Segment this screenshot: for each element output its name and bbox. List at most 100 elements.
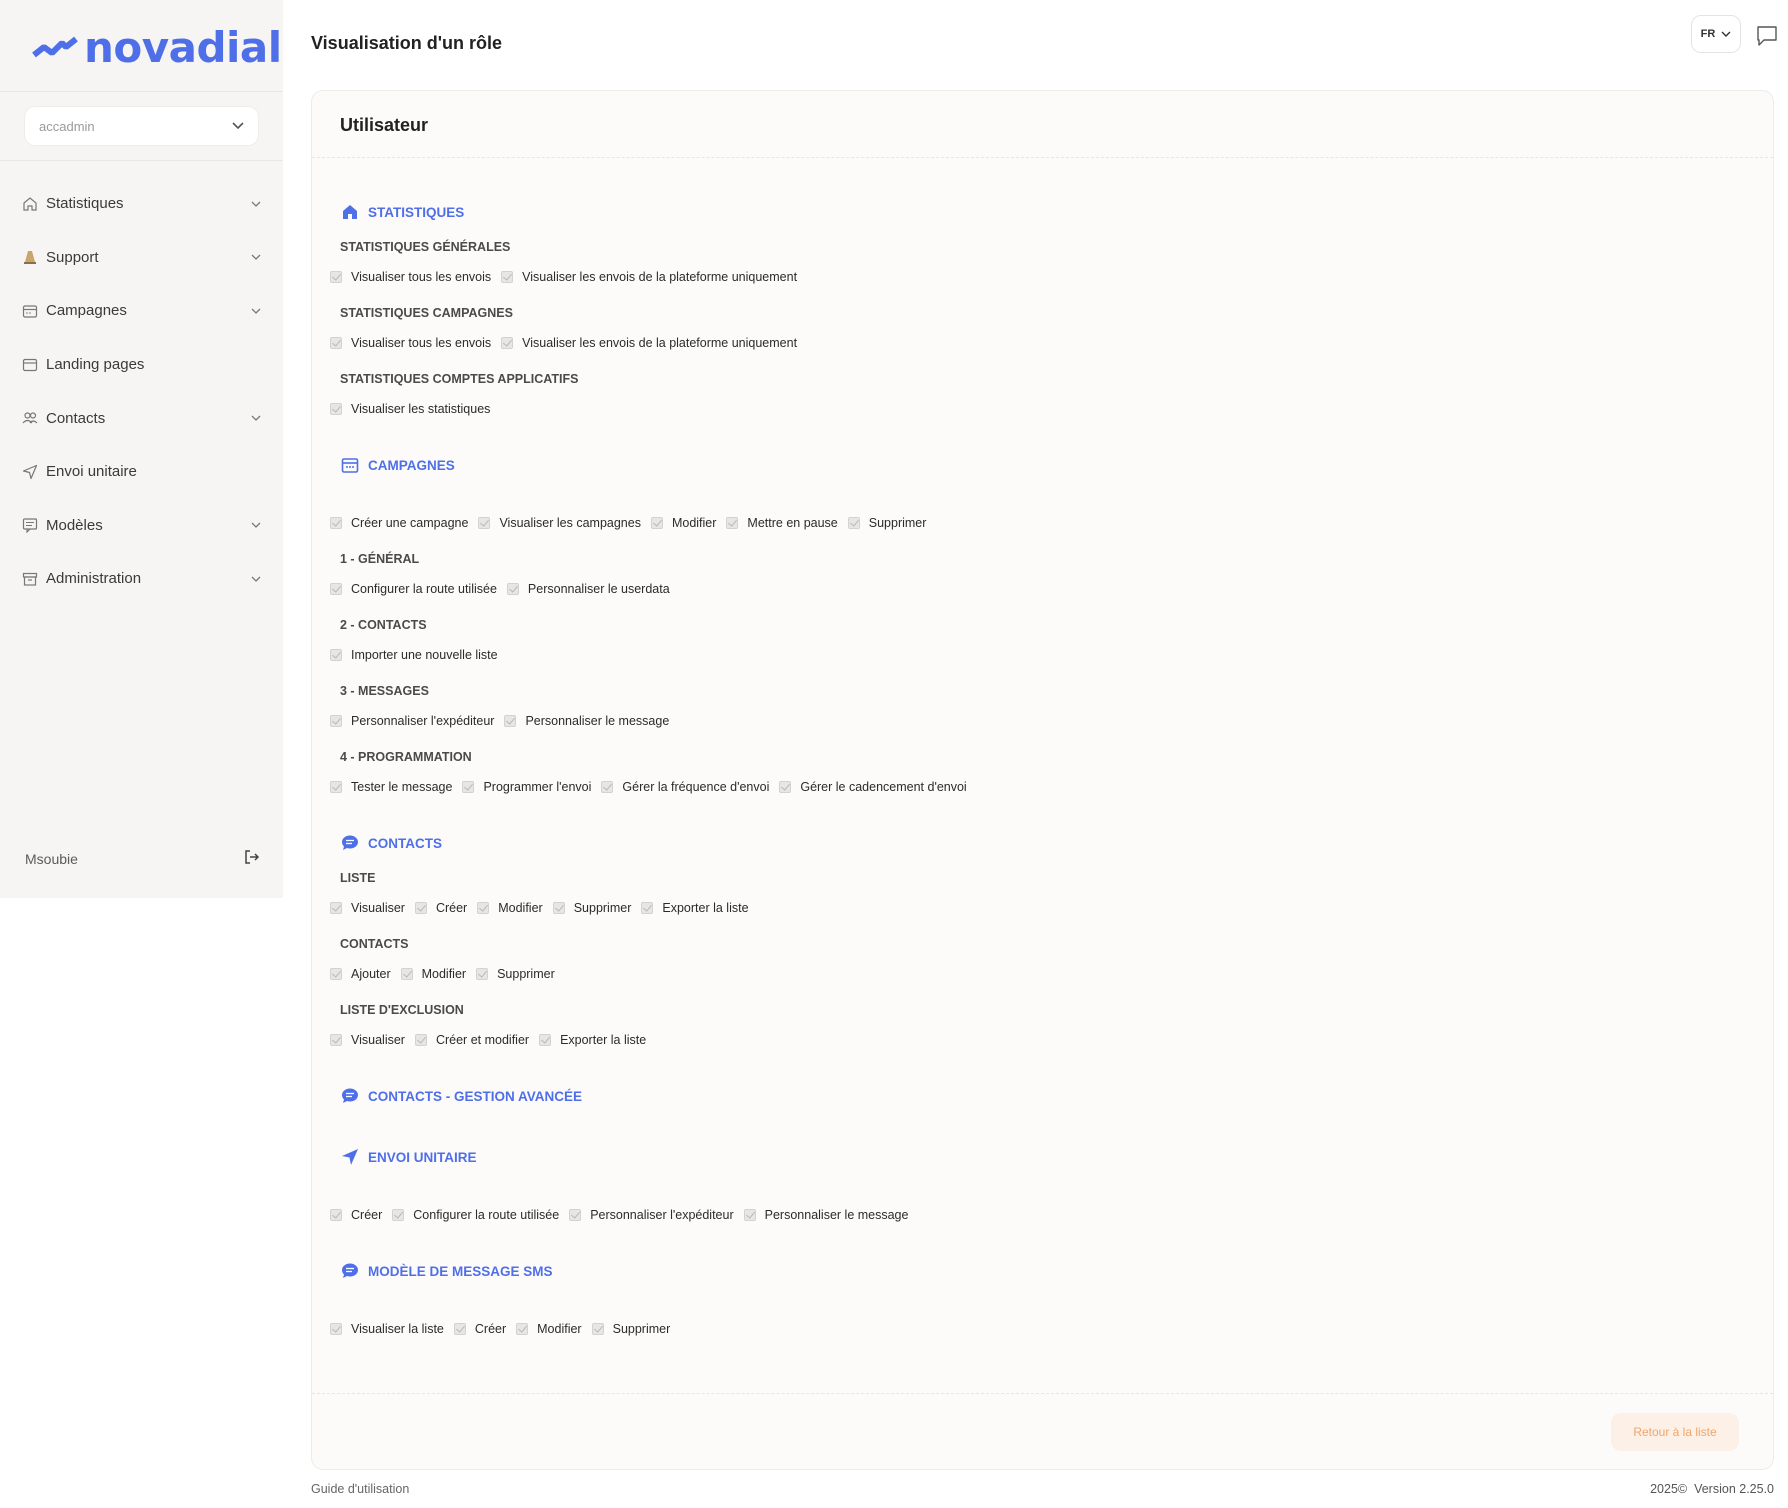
- checkbox[interactable]: [330, 403, 342, 415]
- checkbox[interactable]: [476, 968, 489, 980]
- permission-checkbox[interactable]: Créer: [414, 901, 467, 915]
- checkbox[interactable]: [414, 902, 427, 914]
- checkbox[interactable]: [506, 583, 519, 595]
- checkbox[interactable]: [641, 902, 654, 914]
- sidebar-item-administration[interactable]: Administration: [0, 552, 283, 606]
- sidebar-item-support[interactable]: Support: [0, 231, 283, 285]
- brand-logo[interactable]: novadial: [32, 22, 282, 72]
- checkbox[interactable]: [330, 715, 342, 727]
- checkbox[interactable]: [539, 1034, 552, 1046]
- permission-checkbox[interactable]: Supprimer: [552, 901, 631, 915]
- permission-checkbox[interactable]: Modifier: [650, 516, 716, 530]
- checkbox[interactable]: [591, 1323, 604, 1335]
- permission-checkbox[interactable]: Mettre en pause: [726, 516, 838, 530]
- permission-checkbox[interactable]: Personnaliser l'expéditeur: [330, 714, 494, 728]
- checkbox[interactable]: [330, 902, 342, 914]
- sidebar-item-envoi-unitaire[interactable]: Envoi unitaire: [0, 445, 283, 499]
- sidebar-item-modeles[interactable]: Modèles: [0, 499, 283, 553]
- checkbox[interactable]: [462, 781, 475, 793]
- permission-checkbox[interactable]: Supprimer: [591, 1322, 670, 1336]
- permission-checkbox[interactable]: Ajouter: [330, 967, 391, 981]
- language-select[interactable]: FR: [1691, 15, 1741, 53]
- sidebar-item-statistiques[interactable]: Statistiques: [0, 177, 283, 231]
- sidebar-item-landing-pages[interactable]: Landing pages: [0, 338, 283, 392]
- permission-row: Créer Configurer la route utilisée Perso…: [330, 1204, 1755, 1226]
- checkbox[interactable]: [501, 337, 514, 349]
- chat-icon[interactable]: [1755, 24, 1779, 48]
- permission-checkbox[interactable]: Supprimer: [476, 967, 555, 981]
- checkbox[interactable]: [330, 517, 342, 529]
- checkbox[interactable]: [414, 1034, 427, 1046]
- group-title: 4 - PROGRAMMATION: [340, 750, 472, 764]
- user-guide-link[interactable]: Guide d'utilisation: [311, 1482, 409, 1496]
- chevron-down-icon: [249, 518, 263, 532]
- permission-checkbox[interactable]: Créer: [453, 1322, 506, 1336]
- permission-checkbox[interactable]: Visualiser: [330, 901, 405, 915]
- permission-checkbox[interactable]: Visualiser tous les envois: [330, 336, 491, 350]
- permission-checkbox[interactable]: Créer une campagne: [330, 516, 468, 530]
- permission-checkbox[interactable]: Programmer l'envoi: [462, 780, 591, 794]
- checkbox[interactable]: [743, 1209, 756, 1221]
- logout-icon[interactable]: [244, 850, 260, 867]
- permission-checkbox[interactable]: Visualiser la liste: [330, 1322, 444, 1336]
- section-title: CAMPAGNES: [368, 457, 455, 473]
- permission-checkbox[interactable]: Visualiser tous les envois: [330, 270, 491, 284]
- checkbox[interactable]: [400, 968, 413, 980]
- permission-checkbox[interactable]: Visualiser les statistiques: [330, 402, 490, 416]
- back-to-list-button[interactable]: Retour à la liste: [1611, 1413, 1739, 1451]
- sidebar-item-contacts[interactable]: Contacts: [0, 391, 283, 445]
- permission-checkbox[interactable]: Importer une nouvelle liste: [330, 648, 498, 662]
- checkbox[interactable]: [330, 1034, 342, 1046]
- permission-checkbox[interactable]: Visualiser les campagnes: [478, 516, 641, 530]
- permission-checkbox[interactable]: Modifier: [516, 1322, 582, 1336]
- checkbox[interactable]: [392, 1209, 405, 1221]
- permission-checkbox[interactable]: Modifier: [400, 967, 466, 981]
- permission-checkbox[interactable]: Configurer la route utilisée: [392, 1208, 559, 1222]
- checkbox[interactable]: [330, 337, 342, 349]
- permission-checkbox[interactable]: Supprimer: [847, 516, 926, 530]
- checkbox[interactable]: [552, 902, 565, 914]
- sidebar-item-campagnes[interactable]: Campagnes: [0, 284, 283, 338]
- permission-checkbox[interactable]: Gérer la fréquence d'envoi: [601, 780, 769, 794]
- checkbox[interactable]: [330, 649, 342, 661]
- permission-checkbox[interactable]: Personnaliser le userdata: [506, 582, 670, 596]
- checkbox[interactable]: [501, 271, 514, 283]
- permission-label: Configurer la route utilisée: [413, 1208, 560, 1222]
- sidebar-item-label: Campagnes: [46, 302, 127, 320]
- permission-checkbox[interactable]: Gérer le cadencement d'envoi: [779, 780, 967, 794]
- checkbox[interactable]: [330, 1323, 342, 1335]
- checkbox[interactable]: [779, 781, 792, 793]
- permission-checkbox[interactable]: Personnaliser le message: [743, 1208, 908, 1222]
- permission-checkbox[interactable]: Personnaliser l'expéditeur: [569, 1208, 734, 1222]
- checkbox[interactable]: [330, 271, 342, 283]
- checkbox[interactable]: [601, 781, 614, 793]
- permission-checkbox[interactable]: Configurer la route utilisée: [330, 582, 497, 596]
- permission-checkbox[interactable]: Tester le message: [330, 780, 452, 794]
- checkbox[interactable]: [477, 902, 490, 914]
- checkbox[interactable]: [330, 583, 342, 595]
- checkbox[interactable]: [478, 517, 491, 529]
- checkbox[interactable]: [330, 1209, 342, 1221]
- checkbox[interactable]: [847, 517, 860, 529]
- permission-checkbox[interactable]: Visualiser les envois de la plateforme u…: [501, 336, 797, 350]
- permission-checkbox[interactable]: Exporter la liste: [539, 1033, 646, 1047]
- checkbox[interactable]: [504, 715, 517, 727]
- permission-checkbox[interactable]: Modifier: [477, 901, 543, 915]
- permission-checkbox[interactable]: Créer: [330, 1208, 382, 1222]
- checkbox[interactable]: [650, 517, 663, 529]
- permission-checkbox[interactable]: Visualiser: [330, 1033, 405, 1047]
- checkbox[interactable]: [330, 968, 342, 980]
- permission-checkbox[interactable]: Créer et modifier: [414, 1033, 529, 1047]
- sidebar-item-label: Landing pages: [46, 356, 145, 374]
- checkbox[interactable]: [516, 1323, 529, 1335]
- checkbox[interactable]: [453, 1323, 466, 1335]
- account-select[interactable]: accadmin: [25, 107, 258, 145]
- checkbox[interactable]: [569, 1209, 582, 1221]
- section-title: MODÈLE DE MESSAGE SMS: [368, 1263, 553, 1279]
- checkbox[interactable]: [330, 781, 342, 793]
- permission-checkbox[interactable]: Personnaliser le message: [504, 714, 669, 728]
- user-row: Msoubie: [25, 850, 260, 867]
- permission-checkbox[interactable]: Visualiser les envois de la plateforme u…: [501, 270, 797, 284]
- permission-checkbox[interactable]: Exporter la liste: [641, 901, 749, 915]
- checkbox[interactable]: [726, 517, 739, 529]
